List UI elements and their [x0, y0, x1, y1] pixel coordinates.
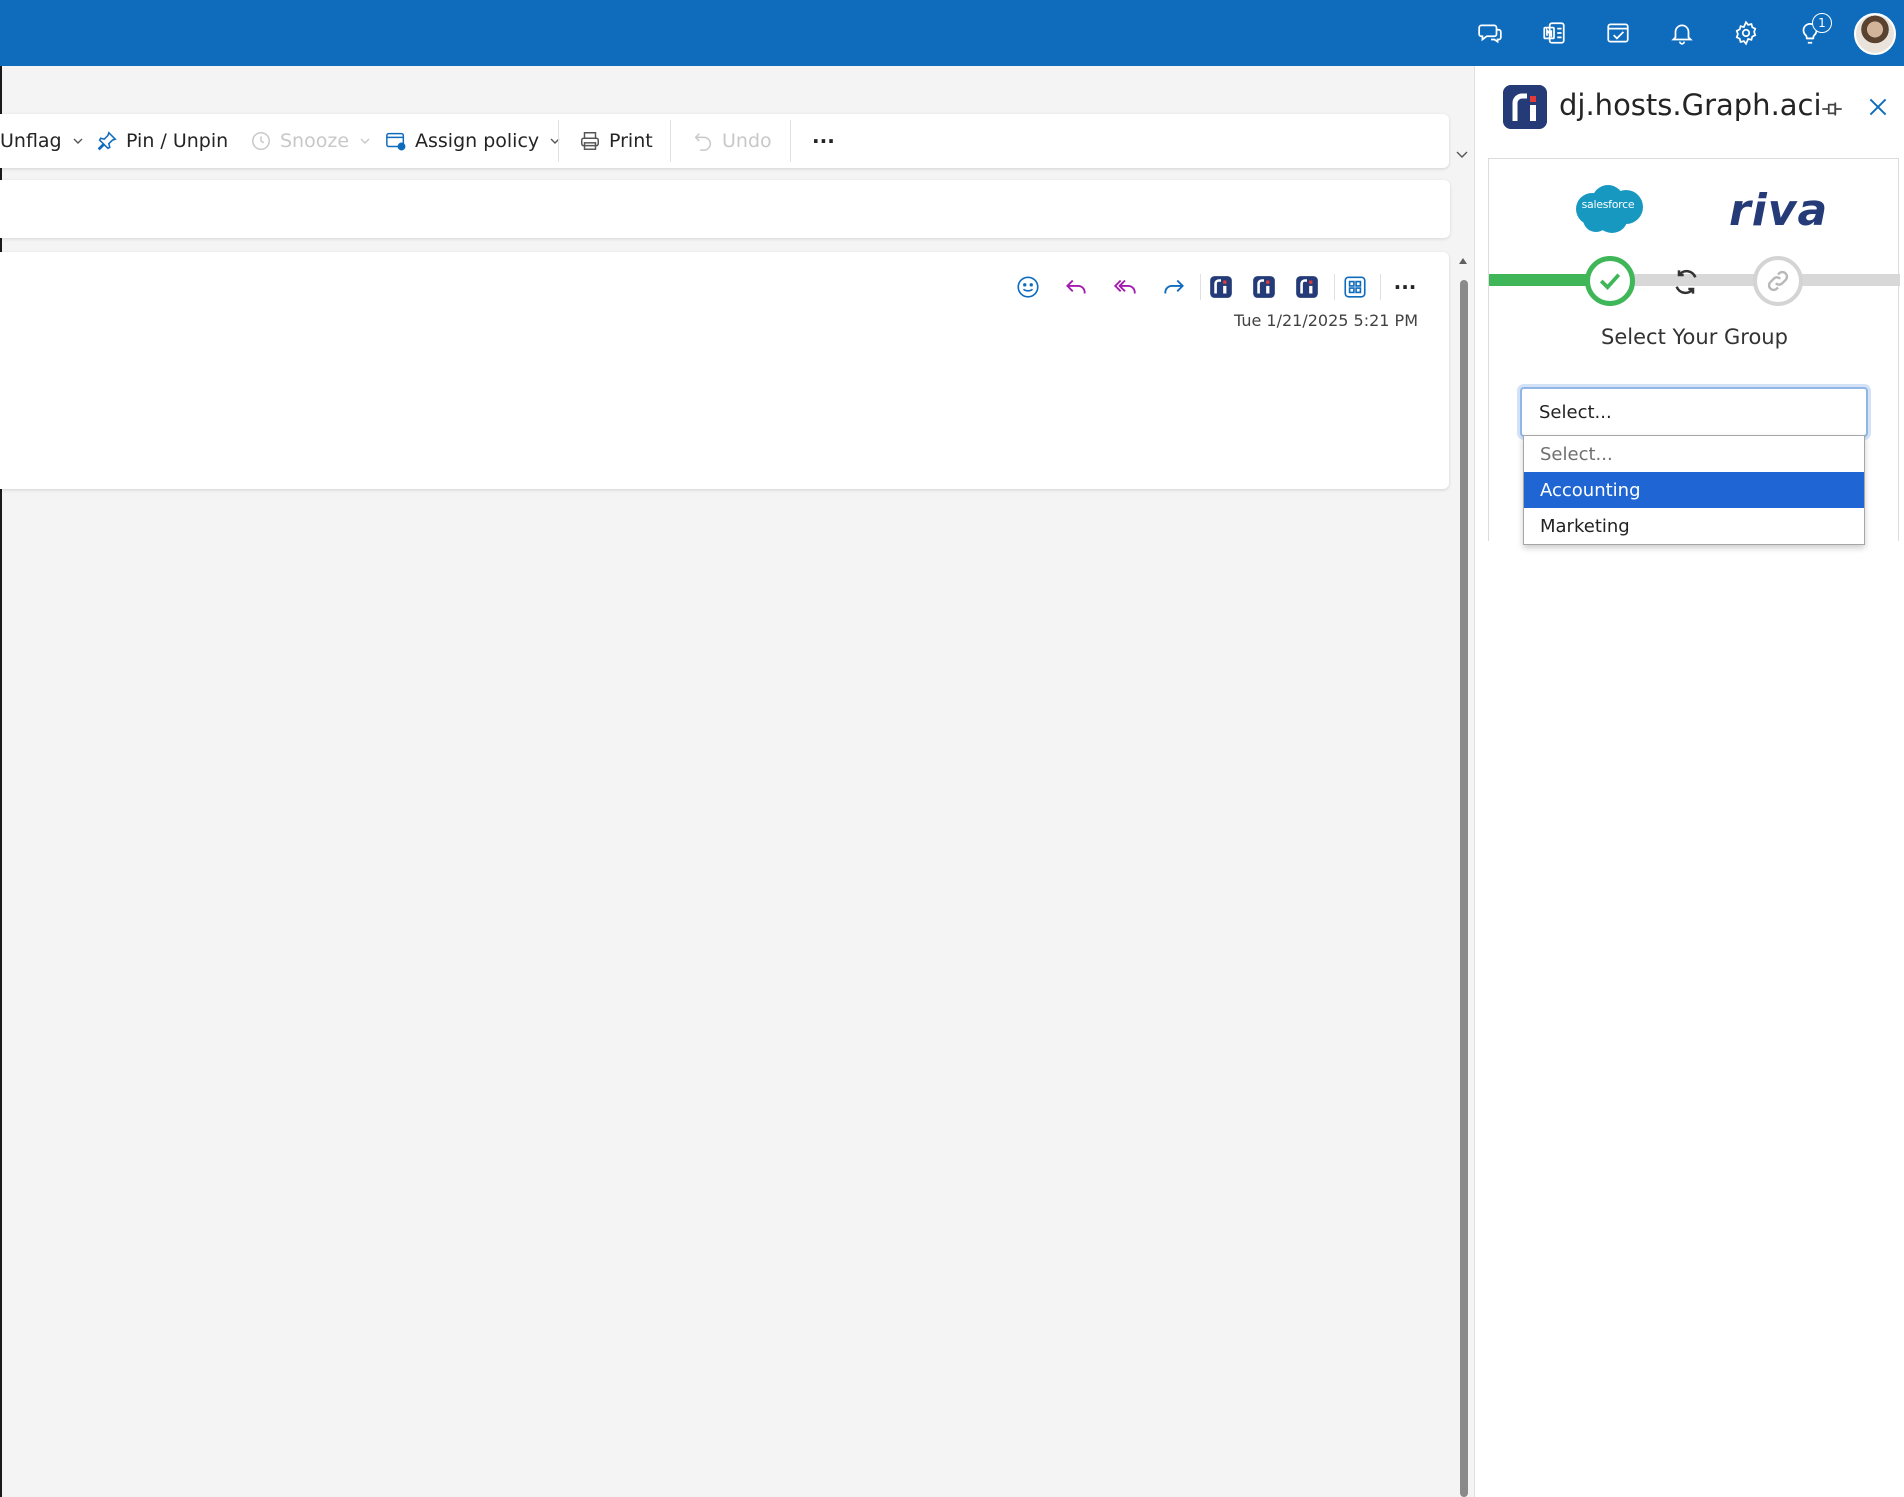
divider [558, 120, 559, 162]
select-group-heading: Select Your Group [1601, 325, 1788, 349]
reply-icon[interactable] [1059, 270, 1093, 304]
addin-content: salesforce riva Select Your Group Select… [1488, 158, 1900, 545]
pin-unpin-button[interactable]: Pin / Unpin [96, 114, 228, 168]
scroll-up-arrow-icon[interactable] [1459, 258, 1467, 264]
undo-label: Undo [722, 130, 772, 152]
option-select[interactable]: Select... [1524, 436, 1864, 472]
unflag-label: Unflag [0, 130, 62, 152]
print-label: Print [609, 130, 653, 152]
riva-logo-text: riva [1729, 185, 1829, 236]
option-marketing[interactable]: Marketing [1524, 508, 1864, 544]
group-select[interactable]: Select... [1520, 387, 1868, 437]
snooze-label: Snooze [280, 130, 350, 152]
option-accounting[interactable]: Accounting [1524, 472, 1864, 508]
unflag-button[interactable]: Unflag [0, 114, 84, 168]
policy-icon [386, 132, 406, 151]
checkmark-icon [1599, 273, 1621, 290]
divider [790, 120, 791, 162]
chevron-down-icon [360, 138, 370, 144]
snooze-button[interactable]: Snooze [250, 114, 371, 168]
divider [1380, 274, 1381, 300]
close-icon[interactable] [1865, 94, 1891, 120]
pane-title: dj.hosts.Graph.aci [1559, 88, 1822, 122]
more-options-button[interactable]: ··· [812, 114, 835, 168]
apps-icon[interactable] [1338, 270, 1372, 304]
printer-icon [581, 132, 599, 150]
more-icon[interactable]: ··· [1388, 270, 1422, 304]
subject-bar [0, 180, 1450, 238]
divider [1200, 274, 1201, 300]
clock-icon [252, 132, 270, 150]
group-select-value: Select... [1539, 401, 1612, 423]
message-date: Tue 1/21/2025 5:21 PM [1233, 311, 1418, 330]
chevron-down-icon [73, 138, 83, 144]
message-more-label: ··· [1393, 275, 1417, 299]
undo-button[interactable]: Undo [692, 114, 772, 168]
assign-policy-button[interactable]: Assign policy [385, 114, 561, 168]
sync-icon [1675, 269, 1697, 295]
step-complete [1585, 256, 1635, 306]
group-select-dropdown: Select... Accounting Marketing [1523, 435, 1865, 545]
divider [670, 120, 671, 162]
riva-icon[interactable] [1290, 270, 1324, 304]
ribbon-toolbar: Unflag Pin / Unpin Snooze Assign policy … [0, 114, 1449, 168]
print-button[interactable]: Print [579, 114, 653, 168]
onenote-icon[interactable] [1539, 18, 1569, 48]
emoji-icon[interactable] [1011, 270, 1045, 304]
pin-icon[interactable] [1819, 96, 1845, 122]
pin-icon [97, 131, 117, 151]
forward-icon[interactable] [1157, 270, 1191, 304]
assign-policy-label: Assign policy [415, 130, 540, 152]
riva-icon[interactable] [1204, 270, 1238, 304]
todo-icon[interactable] [1603, 18, 1633, 48]
divider [1334, 274, 1335, 300]
more-label: ··· [812, 129, 835, 153]
addin-pane: dj.hosts.Graph.aci salesforce riva Selec… [1474, 66, 1904, 1497]
riva-icon[interactable] [1247, 270, 1281, 304]
app-header: 1 [0, 0, 1904, 66]
bell-icon[interactable] [1667, 18, 1697, 48]
reply-all-icon[interactable] [1108, 270, 1142, 304]
riva-logo-icon [1503, 85, 1547, 129]
progress-fill [1489, 274, 1599, 286]
pin-unpin-label: Pin / Unpin [126, 130, 229, 152]
salesforce-logo-text: salesforce [1581, 198, 1635, 211]
gear-icon[interactable] [1731, 18, 1761, 48]
chat-icon[interactable] [1475, 18, 1505, 48]
chevron-down-icon [550, 138, 560, 144]
message-header-card: ··· Tue 1/21/2025 5:21 PM [0, 252, 1449, 489]
step-pending [1753, 256, 1803, 306]
link-icon [1767, 270, 1789, 292]
undo-icon [694, 133, 712, 151]
ribbon-expand-chevron-icon[interactable] [1454, 146, 1470, 162]
avatar[interactable] [1854, 13, 1896, 55]
scrollbar-thumb[interactable] [1460, 280, 1468, 1497]
notification-badge: 1 [1812, 13, 1832, 33]
